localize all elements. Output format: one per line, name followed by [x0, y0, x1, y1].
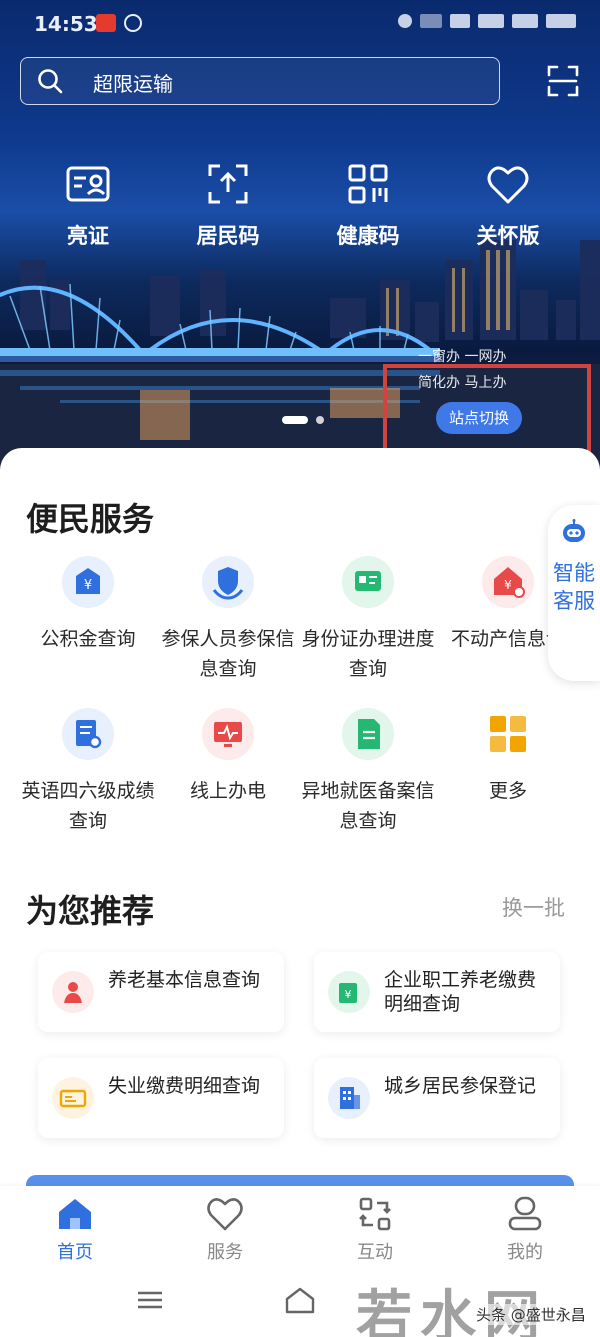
search-icon: [38, 69, 63, 94]
recommend-label: 养老基本信息查询: [108, 969, 261, 991]
system-home-icon[interactable]: [284, 1286, 316, 1314]
tab-services[interactable]: 服务: [175, 1194, 275, 1264]
medical-record-icon: [342, 708, 394, 760]
tab-label: 首页: [57, 1242, 93, 1263]
service-label: 更多: [488, 780, 527, 802]
tab-label: 服务: [207, 1242, 243, 1263]
service-item[interactable]: 身份证办理进度查询: [298, 556, 438, 684]
watermark-credit: 头条 @盛世永昌: [474, 1304, 588, 1325]
search-bar[interactable]: 超限运输: [20, 57, 500, 105]
recommend-label: 城乡居民参保登记: [384, 1075, 537, 1097]
recommend-label: 企业职工养老缴费明细查询: [384, 969, 537, 1015]
bottom-tab-bar: 首页 服务 互动 我的: [0, 1186, 600, 1266]
resident-insurance-icon: [328, 1077, 370, 1119]
quick-action-health-code[interactable]: 健康码: [313, 160, 423, 250]
status-bar: 14:53: [0, 0, 600, 48]
tab-profile[interactable]: 我的: [475, 1194, 575, 1264]
ai-service-button[interactable]: 智能客服: [548, 505, 600, 681]
signal-icon-2: [512, 14, 538, 28]
pager-dot-active: [282, 416, 308, 424]
menu-icon[interactable]: [138, 1290, 162, 1310]
id-card-icon: [66, 166, 110, 202]
heart-icon: [487, 166, 529, 204]
service-label: 线上办电: [189, 780, 266, 802]
service-item[interactable]: 异地就医备案信息查询: [298, 708, 438, 836]
more-grid-icon: [482, 708, 534, 760]
site-switch-button[interactable]: 站点切换: [436, 402, 522, 434]
service-item[interactable]: 参保人员参保信息查询: [158, 556, 298, 684]
pager-dot: [316, 416, 324, 424]
exam-score-icon: [62, 708, 114, 760]
system-navigation-bar: 若水网 头条 @盛世永昌: [0, 1266, 600, 1337]
service-label: 公积金查询: [40, 628, 136, 650]
id-progress-icon: [342, 556, 394, 608]
tab-home[interactable]: 首页: [25, 1194, 125, 1264]
hd-icon: [450, 14, 470, 28]
profile-icon: [508, 1196, 542, 1231]
heart-outline-icon: [207, 1198, 243, 1231]
recommend-card[interactable]: 养老基本信息查询: [38, 952, 284, 1032]
notification-app-icon: [96, 14, 116, 32]
qr-grid-icon: [348, 164, 388, 204]
recommend-section-title: 为您推荐: [26, 892, 155, 930]
robot-icon: [563, 519, 585, 542]
service-label: 英语四六级成绩查询: [21, 780, 155, 832]
quick-action-resident-code[interactable]: 居民码: [173, 160, 283, 250]
electricity-icon: [202, 708, 254, 760]
refresh-recommendations-link[interactable]: 换一批: [502, 892, 565, 922]
svg-text:¥: ¥: [345, 988, 352, 1001]
service-item[interactable]: 更多: [438, 708, 578, 806]
ai-service-label: 智能客服: [553, 561, 595, 613]
tab-label: 互动: [357, 1242, 393, 1263]
service-label: 异地就医备案信息查询: [301, 780, 435, 832]
upload-code-icon: [208, 164, 248, 204]
insurance-shield-icon: [202, 556, 254, 608]
service-item[interactable]: 英语四六级成绩查询: [18, 708, 158, 836]
service-item[interactable]: ¥ 公积金查询: [18, 556, 158, 654]
service-item[interactable]: 线上办电: [158, 708, 298, 806]
unemployment-icon: [52, 1077, 94, 1119]
quick-action-care-mode[interactable]: 关怀版: [453, 160, 563, 250]
notification-sync-icon: [124, 14, 142, 32]
status-indicators: [398, 14, 576, 28]
recommend-card[interactable]: 失业缴费明细查询: [38, 1058, 284, 1138]
quick-action-label: 关怀版: [476, 224, 540, 248]
pension-icon: [52, 971, 94, 1013]
service-label: 参保人员参保信息查询: [161, 628, 295, 680]
tab-label: 我的: [507, 1242, 543, 1263]
tab-interaction[interactable]: 互动: [325, 1194, 425, 1264]
scan-icon[interactable]: [546, 64, 580, 98]
status-time: 14:53: [34, 12, 98, 36]
recommend-card[interactable]: 城乡居民参保登记: [314, 1058, 560, 1138]
quick-action-label: 健康码: [336, 224, 400, 248]
property-icon: ¥: [482, 556, 534, 608]
convenience-section-title: 便民服务: [26, 500, 155, 538]
search-input[interactable]: 超限运输: [93, 68, 173, 97]
quick-action-label: 居民码: [196, 224, 260, 248]
employee-pension-icon: ¥: [328, 971, 370, 1013]
alarm-icon: [398, 14, 412, 28]
banner-pager: [282, 414, 330, 426]
signal-icon-1: [478, 14, 504, 28]
home-icon: [59, 1199, 91, 1229]
recommend-label: 失业缴费明细查询: [108, 1075, 261, 1097]
svg-text:¥: ¥: [84, 578, 92, 593]
interaction-icon: [359, 1197, 391, 1231]
housing-fund-icon: ¥: [62, 556, 114, 608]
quick-action-label: 亮证: [67, 224, 109, 248]
recommend-card[interactable]: ¥ 企业职工养老缴费明细查询: [314, 952, 560, 1032]
speed-icon: [420, 14, 442, 28]
banner-slogan-1: 一窗办 一网办: [418, 349, 507, 365]
quick-action-show-id[interactable]: 亮证: [33, 160, 143, 250]
service-label: 身份证办理进度查询: [301, 628, 435, 680]
battery-icon: [546, 14, 576, 28]
hero-banner: 14:53 超限运输 亮证 居民码 健康码 关怀版 一窗办 一网办 简化办 马上…: [0, 0, 600, 470]
svg-text:¥: ¥: [504, 578, 512, 592]
